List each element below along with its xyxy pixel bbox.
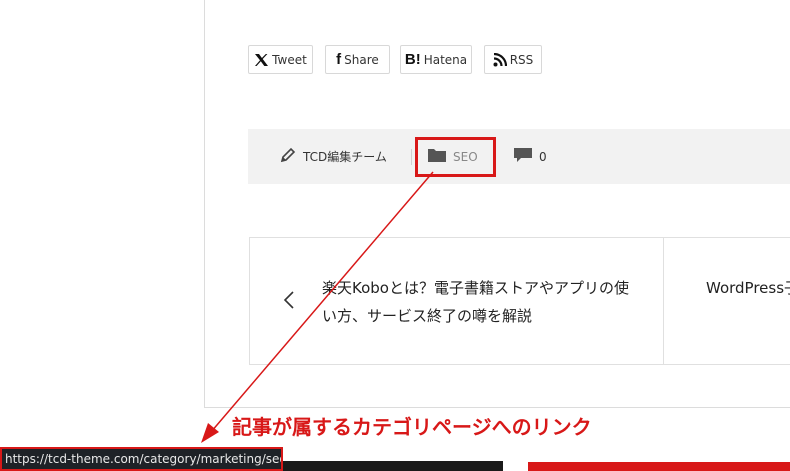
comments-link[interactable]: 0 [514,129,547,184]
prev-post-link[interactable]: 楽天Koboとは？電子書籍ストアやアプリの使い方、サービス終了の噂を解説 [322,274,632,330]
comment-bubble-icon [514,147,532,166]
next-post-link[interactable]: WordPress子を増やす [706,274,790,302]
meta-divider [411,149,412,165]
author-link[interactable]: TCD編集チーム [280,129,387,184]
pencil-icon [280,147,296,166]
nav-divider [663,238,664,365]
content-left-border [204,0,205,408]
tweet-label: Tweet [272,52,307,67]
post-meta-bar: TCD編集チーム SEO 0 [248,129,790,184]
x-logo-icon [254,53,269,67]
hatena-label: Hatena [423,52,468,67]
post-navigation: 楽天Koboとは？電子書籍ストアやアプリの使い方、サービス終了の噂を解説 Wor… [249,237,790,365]
facebook-share-button[interactable]: f Share [325,45,390,74]
rss-button[interactable]: RSS [484,45,542,74]
tweet-button[interactable]: Tweet [248,45,313,74]
page-image-strip [283,461,503,471]
annotation-label: 記事が属するカテゴリページへのリンク [232,415,592,439]
facebook-f-icon: f [336,51,342,68]
hatena-button[interactable]: B! Hatena [400,45,472,74]
hatena-bookmark-icon: B! [404,51,421,68]
page-accent-strip [528,462,790,471]
annotation-arrow-icon [201,171,434,443]
rss-label: RSS [509,52,534,67]
category-highlight-box [415,137,496,177]
share-label: Share [344,52,379,67]
author-name: TCD編集チーム [303,150,387,164]
comment-count: 0 [539,149,547,164]
content-bottom-border [204,407,790,408]
browser-status-url: https://tcd-theme.com/category/marketing… [0,447,283,471]
rss-icon [493,52,507,67]
chevron-left-icon [283,290,295,316]
